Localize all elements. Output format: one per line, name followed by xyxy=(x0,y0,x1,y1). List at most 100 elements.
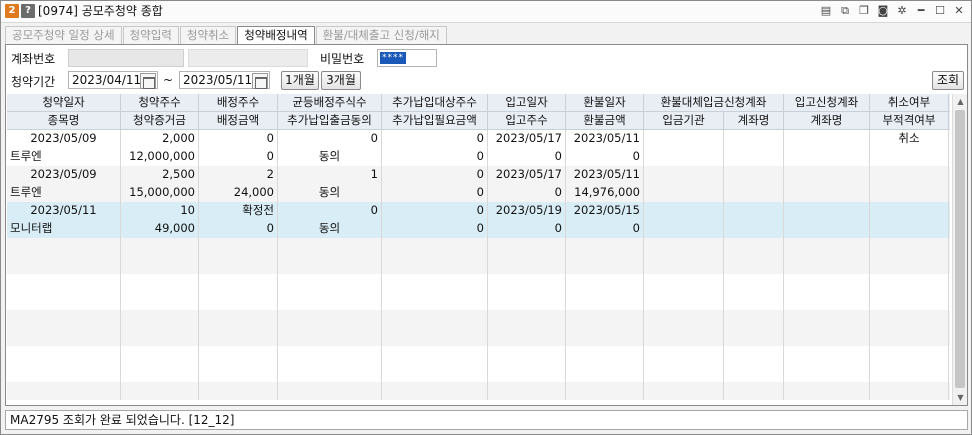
table-cell xyxy=(121,256,199,274)
table-cell xyxy=(566,292,644,310)
table-cell xyxy=(870,184,949,202)
col-header[interactable]: 계좌명 xyxy=(724,112,784,130)
table-cell: 2023/05/11 xyxy=(566,130,644,148)
table-row[interactable] xyxy=(7,274,950,292)
table-cell xyxy=(199,274,278,292)
table-row[interactable]: 2023/05/09 2,500 2 1 0 2023/05/17 2023/05/11 xyxy=(7,166,950,184)
col-header[interactable]: 추가납입출금동의 xyxy=(278,112,382,130)
status-bar: MA2795 조회가 완료 되었습니다. [12_12] xyxy=(5,410,968,430)
three-month-button[interactable]: 3개월 xyxy=(321,71,361,90)
screen-number-badge[interactable]: 2 xyxy=(5,4,19,18)
copy-icon[interactable]: ❐ xyxy=(858,4,870,18)
table-cell xyxy=(278,256,382,274)
col-header[interactable]: 입고신청계좌 xyxy=(784,94,870,112)
maximize-icon[interactable]: ☐ xyxy=(934,4,946,18)
col-header[interactable]: 입고일자 xyxy=(488,94,566,112)
scroll-thumb[interactable] xyxy=(955,110,965,388)
tab-subscription-input[interactable]: 청약입력 xyxy=(122,26,179,44)
table-cell xyxy=(121,346,199,364)
close-icon[interactable]: ✕ xyxy=(953,4,965,18)
table-row[interactable] xyxy=(7,256,950,274)
table-row[interactable] xyxy=(7,328,950,346)
table-row[interactable]: 트루엔 15,000,000 24,000 동의 0 0 14,976,000 xyxy=(7,184,950,202)
table-row[interactable]: 2023/05/11 10 확정전 0 0 2023/05/19 2023/05/15 xyxy=(7,202,950,220)
memo-icon[interactable]: ▤ xyxy=(820,4,832,18)
query-button[interactable]: 조회 xyxy=(932,71,964,90)
table-cell: 트루엔 xyxy=(7,184,121,202)
col-header[interactable]: 입고주수 xyxy=(488,112,566,130)
table-cell xyxy=(724,202,784,220)
table-row[interactable] xyxy=(7,346,950,364)
account-number-field[interactable] xyxy=(68,49,184,67)
col-header[interactable]: 취소여부 xyxy=(870,94,949,112)
table-row[interactable]: 2023/05/09 2,000 0 0 0 2023/05/17 2023/05/11 취소 xyxy=(7,130,950,148)
table-cell: 동의 xyxy=(278,184,382,202)
camera-icon[interactable]: ◙ xyxy=(877,4,889,18)
table-cell xyxy=(644,130,724,148)
gear-icon[interactable]: ✲ xyxy=(896,4,908,18)
scroll-down-icon[interactable]: ▼ xyxy=(953,390,968,405)
table-row[interactable] xyxy=(7,238,950,256)
table-cell xyxy=(870,220,949,238)
calendar-icon[interactable] xyxy=(140,73,156,89)
table-cell xyxy=(7,238,121,256)
col-header[interactable]: 입금기관 xyxy=(644,112,724,130)
minimize-icon[interactable]: ━ xyxy=(915,4,927,18)
table-row[interactable]: 모니터랩 49,000 0 동의 0 0 0 xyxy=(7,220,950,238)
link-icon[interactable]: ⧉ xyxy=(839,4,851,18)
vertical-scrollbar[interactable]: ▲ ▼ xyxy=(952,94,967,405)
table-cell xyxy=(7,346,121,364)
col-header[interactable]: 청약증거금 xyxy=(121,112,199,130)
table-cell: 2023/05/09 xyxy=(7,130,121,148)
password-field[interactable]: **** xyxy=(377,49,437,67)
table-cell xyxy=(724,148,784,166)
tab-allocation-history[interactable]: 청약배정내역 xyxy=(237,26,315,45)
table-cell xyxy=(644,238,724,256)
table-cell xyxy=(784,310,870,328)
col-header[interactable]: 종목명 xyxy=(7,112,121,130)
col-header[interactable]: 부적격여부 xyxy=(870,112,949,130)
table-cell xyxy=(382,256,488,274)
date-to-field[interactable]: 2023/05/11 xyxy=(179,71,270,89)
col-header[interactable]: 추가납입대상주수 xyxy=(382,94,488,112)
calendar-icon[interactable] xyxy=(252,73,268,89)
table-cell xyxy=(870,292,949,310)
col-header[interactable]: 배정주수 xyxy=(199,94,278,112)
table-cell: 2 xyxy=(199,166,278,184)
col-header[interactable]: 추가납입필요금액 xyxy=(382,112,488,130)
table-cell xyxy=(724,364,784,382)
tab-schedule-detail[interactable]: 공모주청약 일정 상세 xyxy=(5,26,122,44)
tab-subscription-cancel[interactable]: 청약취소 xyxy=(179,26,237,44)
table-cell xyxy=(724,274,784,292)
window-title: [0974] 공모주청약 종합 xyxy=(38,4,163,18)
table-row[interactable]: 트루엔 12,000,000 0 동의 0 0 0 xyxy=(7,148,950,166)
table-row[interactable] xyxy=(7,292,950,310)
table-cell: 0 xyxy=(382,130,488,148)
table-cell xyxy=(724,184,784,202)
col-header[interactable]: 청약주수 xyxy=(121,94,199,112)
table-cell: 0 xyxy=(199,220,278,238)
table-cell: 취소 xyxy=(870,130,949,148)
table-row[interactable] xyxy=(7,382,950,400)
table-cell xyxy=(199,310,278,328)
table-cell xyxy=(278,382,382,400)
table-cell xyxy=(199,346,278,364)
help-icon[interactable]: ? xyxy=(21,4,35,18)
table-cell xyxy=(644,292,724,310)
date-from-field[interactable]: 2023/04/11 xyxy=(68,71,158,89)
tab-refund-transfer[interactable]: 환불/대체출고 신청/해지 xyxy=(315,26,447,44)
col-header[interactable]: 균등배정주식수 xyxy=(278,94,382,112)
table-row[interactable] xyxy=(7,310,950,328)
table-cell xyxy=(724,220,784,238)
col-header[interactable]: 환불대체입금신청계좌 xyxy=(644,94,784,112)
col-header[interactable]: 계좌명 xyxy=(784,112,870,130)
scroll-up-icon[interactable]: ▲ xyxy=(953,94,968,109)
col-header[interactable]: 배정금액 xyxy=(199,112,278,130)
table-row[interactable] xyxy=(7,364,950,382)
table-cell xyxy=(784,184,870,202)
col-header[interactable]: 환불금액 xyxy=(566,112,644,130)
col-header[interactable]: 환불일자 xyxy=(566,94,644,112)
date-separator: ~ xyxy=(163,73,174,87)
col-header[interactable]: 청약일자 xyxy=(7,94,121,112)
one-month-button[interactable]: 1개월 xyxy=(281,71,319,90)
